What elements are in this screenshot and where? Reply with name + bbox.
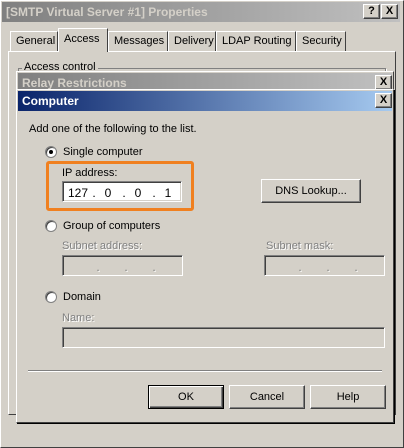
dns-lookup-button[interactable]: DNS Lookup... xyxy=(261,179,361,203)
ip-address-highlight xyxy=(46,161,194,211)
button-separator xyxy=(28,370,382,372)
tab-ldap-routing[interactable]: LDAP Routing xyxy=(216,31,296,51)
ip-dot: . xyxy=(354,260,358,274)
tab-security[interactable]: Security xyxy=(296,31,346,51)
subnet-address-label: Subnet address: xyxy=(62,240,143,252)
ip-dot: . xyxy=(152,260,156,274)
properties-help-button[interactable]: ? xyxy=(363,4,380,19)
tab-general[interactable]: General xyxy=(10,31,58,51)
help-button[interactable]: Help xyxy=(310,385,386,409)
tab-delivery[interactable]: Delivery xyxy=(168,31,216,51)
computer-title-bar[interactable]: Computer xyxy=(18,91,392,111)
instruction-text: Add one of the following to the list. xyxy=(29,123,197,135)
relay-close-button[interactable]: X xyxy=(375,75,392,90)
tab-messages[interactable]: Messages xyxy=(108,31,168,51)
subnet-mask-label: Subnet mask: xyxy=(266,240,334,252)
single-computer-radio[interactable] xyxy=(45,146,57,158)
subnet-mask-input[interactable]: . . . xyxy=(264,255,385,276)
group-of-computers-label: Group of computers xyxy=(63,220,161,232)
domain-name-label: Name: xyxy=(62,312,95,324)
ok-button[interactable]: OK xyxy=(148,385,224,409)
ip-dot: . xyxy=(298,260,302,274)
cancel-button[interactable]: Cancel xyxy=(229,385,305,409)
relay-title: Relay Restrictions xyxy=(22,76,127,90)
properties-close-button[interactable]: X xyxy=(381,4,398,19)
single-computer-label: Single computer xyxy=(63,146,143,158)
properties-title-bar[interactable]: [SMTP Virtual Server #1] Properties xyxy=(2,2,400,22)
domain-label: Domain xyxy=(63,291,101,303)
ip-dot: . xyxy=(96,260,100,274)
domain-radio[interactable] xyxy=(45,291,57,303)
tab-access[interactable]: Access xyxy=(58,28,108,52)
properties-title: [SMTP Virtual Server #1] Properties xyxy=(6,5,208,19)
subnet-address-input[interactable]: . . . xyxy=(62,255,183,276)
ip-dot: . xyxy=(124,260,128,274)
computer-title: Computer xyxy=(22,94,79,108)
domain-name-input[interactable] xyxy=(62,327,385,348)
ip-dot: . xyxy=(326,260,330,274)
computer-close-button[interactable]: X xyxy=(375,93,392,108)
group-of-computers-radio[interactable] xyxy=(45,220,57,232)
